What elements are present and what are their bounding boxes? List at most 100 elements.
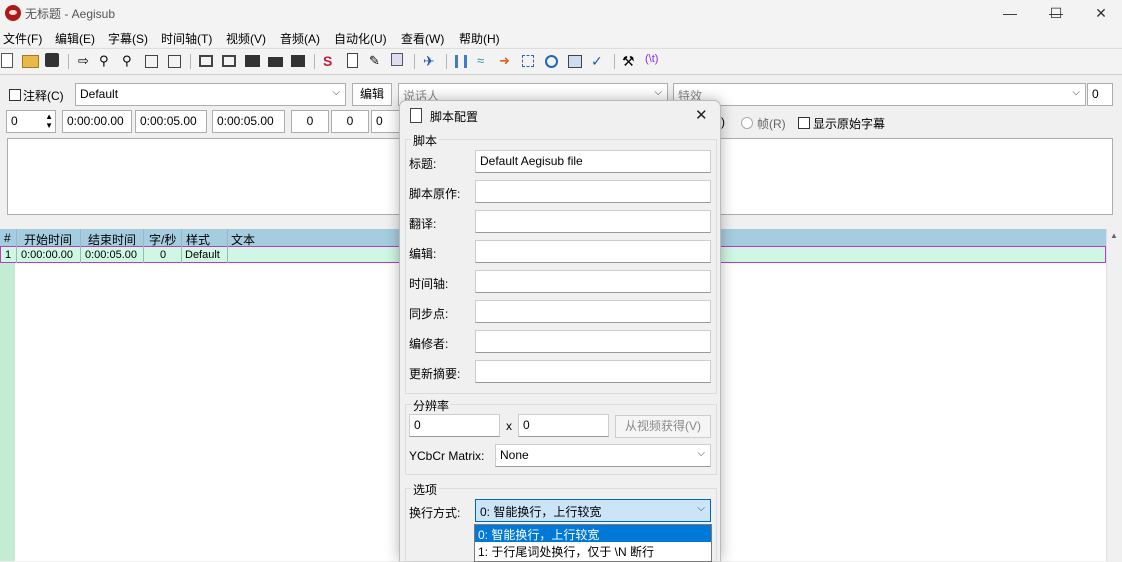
from-video-button[interactable]: 从视频获得(V): [615, 415, 711, 438]
filmstrip-icon[interactable]: [245, 55, 260, 67]
timing-icon[interactable]: ≈: [477, 53, 494, 70]
menu-edit[interactable]: 编辑(E): [55, 30, 95, 47]
grid-row-gutter: [0, 263, 15, 561]
resolution-x-field[interactable]: 0: [409, 414, 500, 437]
grid-column-divider: [143, 229, 144, 263]
original-script-field[interactable]: [475, 180, 711, 203]
updated-by-field[interactable]: [475, 330, 711, 353]
window-title: 无标题 - Aegisub: [25, 7, 116, 21]
margin-left-field[interactable]: 0: [291, 110, 329, 133]
split-icon[interactable]: [455, 55, 467, 68]
zoom-in-icon[interactable]: ⚲: [99, 53, 116, 70]
menu-view[interactable]: 查看(W): [401, 30, 444, 47]
resample-icon[interactable]: [568, 55, 582, 68]
grid-header-number: #: [4, 231, 11, 245]
check-icon[interactable]: ✓: [591, 53, 608, 70]
update-details-field[interactable]: [475, 360, 711, 383]
edit-style-button[interactable]: 编辑: [352, 83, 392, 106]
end-time-field[interactable]: 0:00:05.00: [135, 110, 207, 133]
style-select[interactable]: Default ⌵: [75, 83, 346, 106]
script-s-icon[interactable]: S: [323, 53, 340, 70]
open-folder-icon[interactable]: [22, 55, 39, 68]
show-original-checkbox[interactable]: [798, 117, 810, 129]
save-icon[interactable]: [45, 53, 59, 67]
timing-field[interactable]: [475, 270, 711, 293]
aegisub-logo-icon: [5, 5, 21, 21]
grid-column-divider: [80, 229, 81, 263]
row-end-time: 0:00:05.00: [85, 249, 137, 261]
scroll-up-icon[interactable]: ▲: [1110, 231, 1118, 240]
grid-column-divider: [181, 229, 182, 263]
grid-scrollbar[interactable]: ▲: [1106, 229, 1122, 561]
title-field[interactable]: Default Aegisub file: [475, 150, 711, 173]
menu-audio[interactable]: 音频(A): [280, 30, 320, 47]
comment-checkbox[interactable]: [9, 89, 21, 101]
toolbar-separator: [614, 54, 615, 69]
menu-automation[interactable]: 自动化(U): [334, 30, 387, 47]
layer-spinner[interactable]: 0 ▲ ▼: [6, 110, 56, 133]
jump-icon[interactable]: ⇨: [78, 53, 95, 70]
clock-icon[interactable]: [545, 55, 558, 68]
tools-icon[interactable]: ⚒: [622, 53, 639, 70]
arrow-icon[interactable]: ➜: [499, 53, 516, 70]
toolbar-separator: [190, 54, 191, 69]
original-script-label: 脚本原作:: [409, 187, 461, 201]
duration-field[interactable]: 0:00:05.00: [212, 110, 285, 133]
row-style: Default: [185, 249, 220, 261]
show-original-label: 显示原始字幕: [813, 117, 886, 131]
layer-right-field[interactable]: 0: [1087, 83, 1113, 106]
margin-right-field[interactable]: 0: [331, 110, 369, 133]
row-start-time: 0:00:00.00: [21, 249, 73, 261]
lua-icon[interactable]: (\t): [645, 53, 662, 70]
snapshot-clip-icon[interactable]: [168, 55, 181, 68]
video-icon[interactable]: [199, 55, 213, 67]
title-label: 标题:: [409, 157, 437, 171]
wrap-style-value: 0: 智能换行，上行较宽: [480, 505, 602, 519]
comment-label: 注释(C): [23, 89, 64, 103]
ycbcr-select[interactable]: None ⌵: [495, 444, 711, 467]
start-time-field[interactable]: 0:00:00.00: [62, 110, 132, 133]
script-group: [405, 139, 717, 394]
wrap-option-0[interactable]: 0: 智能换行，上行较宽: [475, 525, 711, 542]
new-file-icon[interactable]: [1, 53, 13, 68]
chevron-down-icon: ⌵: [697, 503, 705, 514]
grid-column-divider: [227, 229, 228, 263]
maximize-button[interactable]: ☐: [1033, 0, 1079, 27]
update-details-label: 更新摘要:: [409, 367, 461, 381]
editing-field[interactable]: [475, 240, 711, 263]
dialog-close-button[interactable]: ✕: [695, 106, 708, 124]
clapper-icon[interactable]: [268, 57, 283, 67]
dialog-title: 脚本配置: [430, 110, 479, 124]
pin-icon[interactable]: ✈: [423, 53, 440, 70]
wrap-option-1[interactable]: 1: 于行尾词处换行，仅于 \N 断行: [475, 542, 711, 559]
resolution-group-label: 分辨率: [411, 397, 452, 414]
copy-icon[interactable]: [391, 53, 403, 66]
translation-field[interactable]: [475, 210, 711, 233]
wrap-style-label: 换行方式:: [409, 506, 461, 520]
clapper-icon[interactable]: [291, 55, 305, 67]
clipboard-icon[interactable]: [347, 53, 358, 68]
frame-radio[interactable]: [741, 117, 753, 129]
video-frame-icon[interactable]: [222, 55, 236, 67]
select-icon[interactable]: [522, 55, 534, 67]
spinner-arrows-icon[interactable]: ▲ ▼: [45, 112, 53, 130]
sync-point-field[interactable]: [475, 300, 711, 323]
chevron-down-icon: ⌵: [654, 87, 662, 98]
resolution-y-field[interactable]: 0: [518, 414, 609, 437]
close-button[interactable]: ✕: [1078, 0, 1122, 27]
wrap-style-select[interactable]: 0: 智能换行，上行较宽 ⌵: [475, 499, 711, 522]
pencil-icon[interactable]: ✎: [369, 53, 386, 70]
translation-label: 翻译:: [409, 217, 437, 231]
minimize-button[interactable]: —: [987, 0, 1033, 27]
menu-subtitle[interactable]: 字幕(S): [108, 30, 148, 47]
menu-timing[interactable]: 时间轴(T): [161, 30, 212, 47]
ycbcr-label: YCbCr Matrix:: [409, 449, 485, 463]
script-group-label: 脚本: [411, 132, 440, 149]
menu-file[interactable]: 文件(F): [3, 30, 42, 47]
sync-point-label: 同步点:: [409, 307, 449, 321]
snapshot-icon[interactable]: [145, 55, 158, 68]
effect-input[interactable]: 特效 ⌵: [673, 83, 1086, 106]
menu-video[interactable]: 视频(V): [226, 30, 266, 47]
zoom-out-icon[interactable]: ⚲: [122, 53, 139, 70]
menu-help[interactable]: 帮助(H): [459, 30, 500, 47]
